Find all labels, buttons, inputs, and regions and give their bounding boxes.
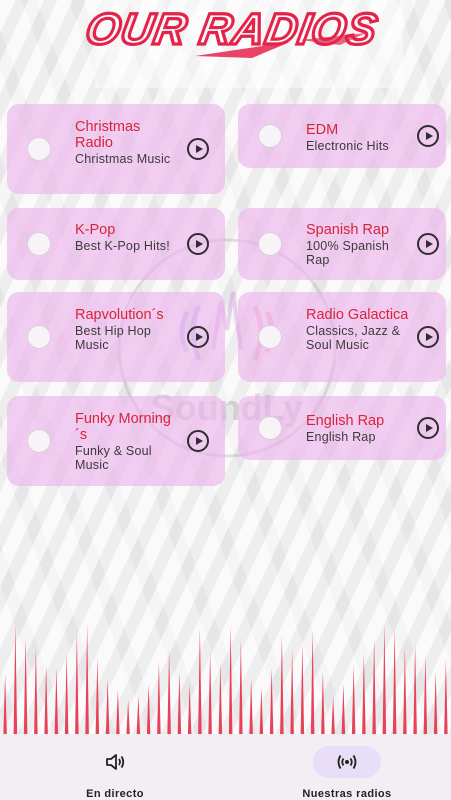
equalizer-bar [382, 624, 387, 736]
equalizer-bar [157, 662, 161, 736]
equalizer-bar [341, 684, 346, 736]
station-name: Spanish Rap [306, 222, 390, 238]
equalizer-bar [44, 666, 48, 736]
soundly-logo-icon [258, 325, 282, 349]
equalizer-bar [54, 668, 59, 736]
nav-nuestras-radios[interactable]: Nuestras radios [262, 734, 432, 800]
equalizer-bar [321, 672, 325, 736]
soundly-logo-icon [27, 137, 51, 161]
equalizer-bar [105, 678, 110, 736]
station-description: English Rap [306, 430, 376, 444]
equalizer-bar [239, 640, 243, 736]
station-grid: Christmas Radio Christmas Music EDM Elec… [0, 0, 451, 500]
equalizer-bar [208, 652, 212, 736]
equalizer-bar [126, 700, 130, 736]
soundly-logo-icon [258, 416, 282, 440]
station-name: Christmas Radio [75, 119, 141, 151]
station-description: Best Hip Hop Music [75, 324, 152, 352]
equalizer-bar [136, 696, 141, 736]
station-description: Christmas Music [75, 152, 171, 166]
equalizer-decoration [3, 624, 448, 736]
nav-label: En directo [86, 788, 144, 800]
equalizer-bar [23, 638, 28, 736]
station-name: Funky Morning´s [75, 411, 171, 443]
equalizer-bar [198, 628, 202, 736]
station-card[interactable]: K-Pop Best K-Pop Hits! [7, 208, 225, 280]
equalizer-bar [310, 630, 315, 736]
equalizer-bar [423, 656, 428, 736]
equalizer-bar [85, 624, 89, 736]
station-name: Radio Galactica [306, 307, 409, 323]
station-card[interactable]: Rapvolution´s Best Hip Hop Music [7, 292, 225, 382]
play-icon[interactable] [187, 326, 209, 348]
equalizer-bar [228, 626, 233, 736]
play-icon[interactable] [417, 326, 439, 348]
equalizer-bar [75, 632, 79, 736]
station-description: Electronic Hits [306, 139, 389, 153]
station-card[interactable]: Radio Galactica Classics, Jazz & Soul Mu… [238, 292, 446, 382]
equalizer-bar [167, 650, 171, 736]
equalizer-bar [331, 696, 335, 736]
equalizer-bar [413, 644, 417, 736]
nav-en-directo[interactable]: En directo [30, 734, 200, 800]
equalizer-bar [146, 684, 151, 736]
play-icon[interactable] [417, 233, 439, 255]
equalizer-bar [351, 666, 356, 736]
play-icon[interactable] [187, 138, 209, 160]
equalizer-bar [280, 636, 284, 736]
station-card[interactable]: EDM Electronic Hits [238, 104, 446, 168]
bottom-navigation: En directo Nuestras radios [0, 734, 451, 800]
equalizer-bar [259, 688, 264, 736]
station-card[interactable]: Funky Morning´s Funky & Soul Music [7, 396, 225, 486]
equalizer-bar [249, 678, 253, 736]
equalizer-bar [34, 648, 38, 736]
equalizer-bar [269, 668, 274, 736]
equalizer-bar [177, 672, 182, 736]
equalizer-bar [13, 624, 18, 736]
equalizer-bar [403, 648, 407, 736]
radio-broadcast-icon [337, 755, 357, 769]
station-card[interactable]: Christmas Radio Christmas Music [7, 104, 225, 194]
play-icon[interactable] [187, 430, 209, 452]
nav-label: Nuestras radios [302, 788, 392, 800]
station-name: K-Pop [75, 222, 116, 238]
station-card[interactable]: Spanish Rap 100% Spanish Rap [238, 208, 446, 280]
equalizer-bar [116, 690, 120, 736]
equalizer-bar [300, 644, 305, 736]
soundly-logo-icon [27, 232, 51, 256]
station-description: 100% Spanish Rap [306, 239, 390, 267]
station-description: Best K-Pop Hits! [75, 239, 170, 253]
station-name: EDM [306, 122, 339, 138]
station-description: Classics, Jazz & Soul Music [306, 324, 401, 352]
equalizer-bar [444, 660, 448, 736]
equalizer-bar [290, 650, 294, 736]
equalizer-bar [372, 638, 376, 736]
equalizer-bar [362, 654, 366, 736]
equalizer-bar [95, 658, 100, 736]
station-name: English Rap [306, 413, 385, 429]
equalizer-bar [64, 654, 69, 736]
soundly-logo-icon [258, 124, 282, 148]
equalizer-bar [187, 684, 192, 736]
equalizer-bar [218, 664, 223, 736]
equalizer-bar [392, 628, 397, 736]
equalizer-bar [433, 672, 438, 736]
station-name: Rapvolution´s [75, 307, 164, 323]
station-card[interactable]: English Rap English Rap [238, 396, 446, 460]
soundly-logo-icon [27, 325, 51, 349]
play-icon[interactable] [187, 233, 209, 255]
station-description: Funky & Soul Music [75, 444, 152, 472]
soundly-logo-icon [27, 429, 51, 453]
soundly-logo-icon [258, 232, 282, 256]
play-icon[interactable] [417, 417, 439, 439]
play-icon[interactable] [417, 125, 439, 147]
equalizer-bar [3, 674, 7, 736]
speaker-icon [106, 754, 125, 770]
